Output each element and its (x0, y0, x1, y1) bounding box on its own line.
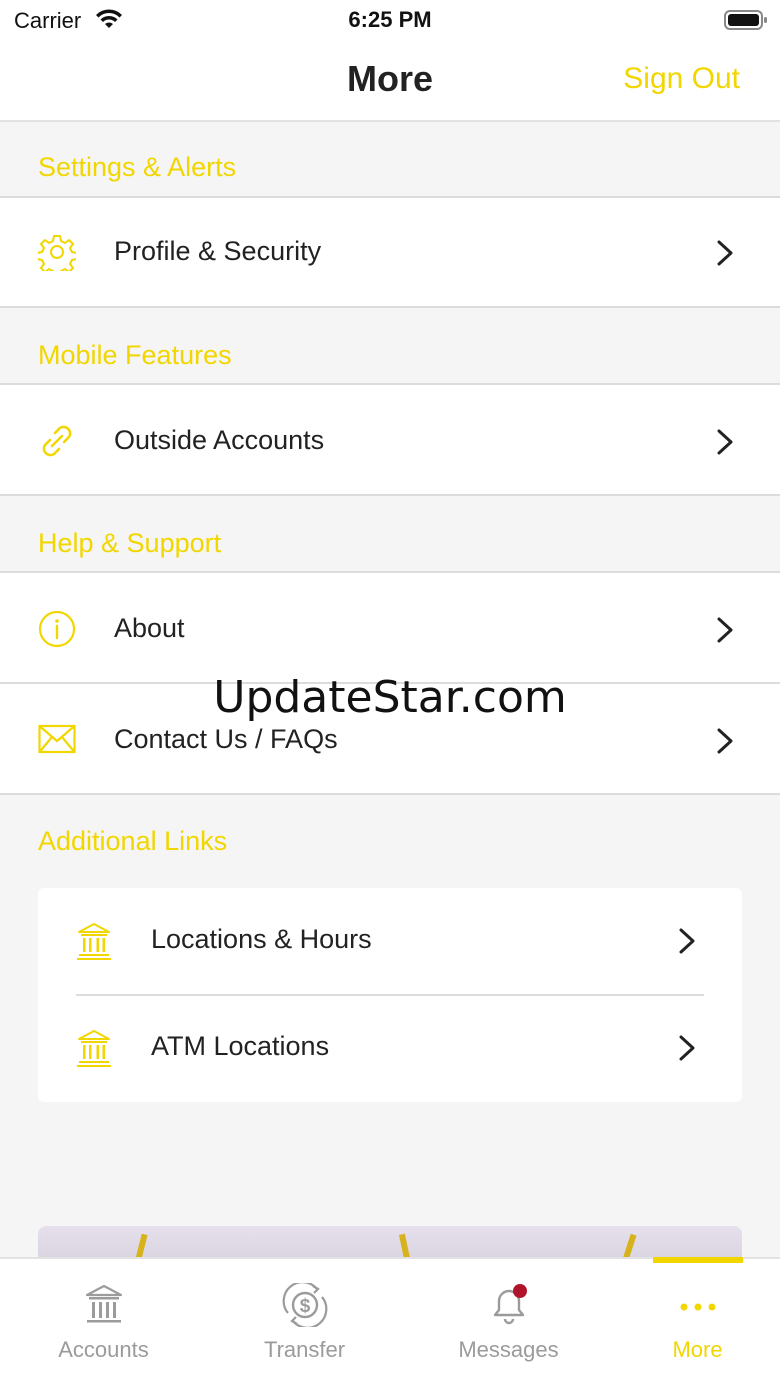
tab-bar: Accounts $ Transfer Messages More (0, 1257, 780, 1387)
chevron-right-icon (716, 429, 734, 455)
envelope-icon (38, 723, 76, 761)
section-title-additional: Additional Links (38, 826, 228, 856)
gear-icon (36, 233, 78, 277)
atm-locations-row[interactable]: ATM Locations (38, 995, 742, 1102)
bank-icon (6, 1283, 201, 1327)
tab-label: Accounts (58, 1337, 149, 1362)
profile-security-label: Profile & Security (114, 236, 322, 266)
contact-faqs-label: Contact Us / FAQs (114, 724, 338, 754)
bell-icon (411, 1283, 606, 1327)
chevron-right-icon (678, 1035, 696, 1061)
profile-security-row[interactable]: Profile & Security (0, 196, 780, 308)
section-title-help: Help & Support (38, 528, 222, 558)
chevron-right-icon (716, 617, 734, 643)
tab-more[interactable]: More (600, 1259, 780, 1387)
transfer-dollar-icon: $ (207, 1283, 402, 1327)
tab-label: Transfer (263, 1337, 346, 1362)
section-title-settings: Settings & Alerts (38, 152, 237, 182)
sign-out-button[interactable]: Sign Out (623, 62, 740, 96)
outside-accounts-row[interactable]: Outside Accounts (0, 383, 780, 496)
tab-label: Messages (458, 1337, 559, 1362)
svg-text:$: $ (299, 1296, 310, 1317)
nav-bar: More Sign Out (0, 40, 780, 122)
tab-accounts[interactable]: Accounts (6, 1259, 201, 1387)
info-icon (38, 610, 76, 648)
atm-locations-label: ATM Locations (151, 1031, 330, 1061)
chevron-right-icon (716, 728, 734, 754)
active-tab-indicator (653, 1257, 743, 1263)
section-title-mobile: Mobile Features (38, 340, 232, 370)
about-label: About (114, 613, 185, 643)
status-bar: Carrier 6:25 PM (0, 0, 780, 40)
tab-label: More (672, 1337, 723, 1362)
bank-icon (76, 921, 112, 961)
notification-badge (512, 1284, 527, 1298)
battery-icon (724, 9, 768, 36)
locations-hours-label: Locations & Hours (151, 924, 372, 954)
bank-icon (76, 1028, 112, 1068)
about-row[interactable]: About (0, 571, 780, 684)
tab-transfer[interactable]: $ Transfer (207, 1259, 402, 1387)
watermark: UpdateStar.com (213, 672, 567, 723)
additional-links-card: Locations & Hours ATM Locations (38, 888, 742, 1102)
chevron-right-icon (716, 240, 734, 266)
outside-accounts-label: Outside Accounts (114, 425, 325, 455)
tab-messages[interactable]: Messages (411, 1259, 606, 1387)
more-dots-icon (600, 1283, 780, 1327)
clock: 6:25 PM (348, 7, 432, 32)
locations-hours-row[interactable]: Locations & Hours (38, 888, 742, 996)
chevron-right-icon (678, 928, 696, 954)
link-icon (38, 422, 76, 460)
